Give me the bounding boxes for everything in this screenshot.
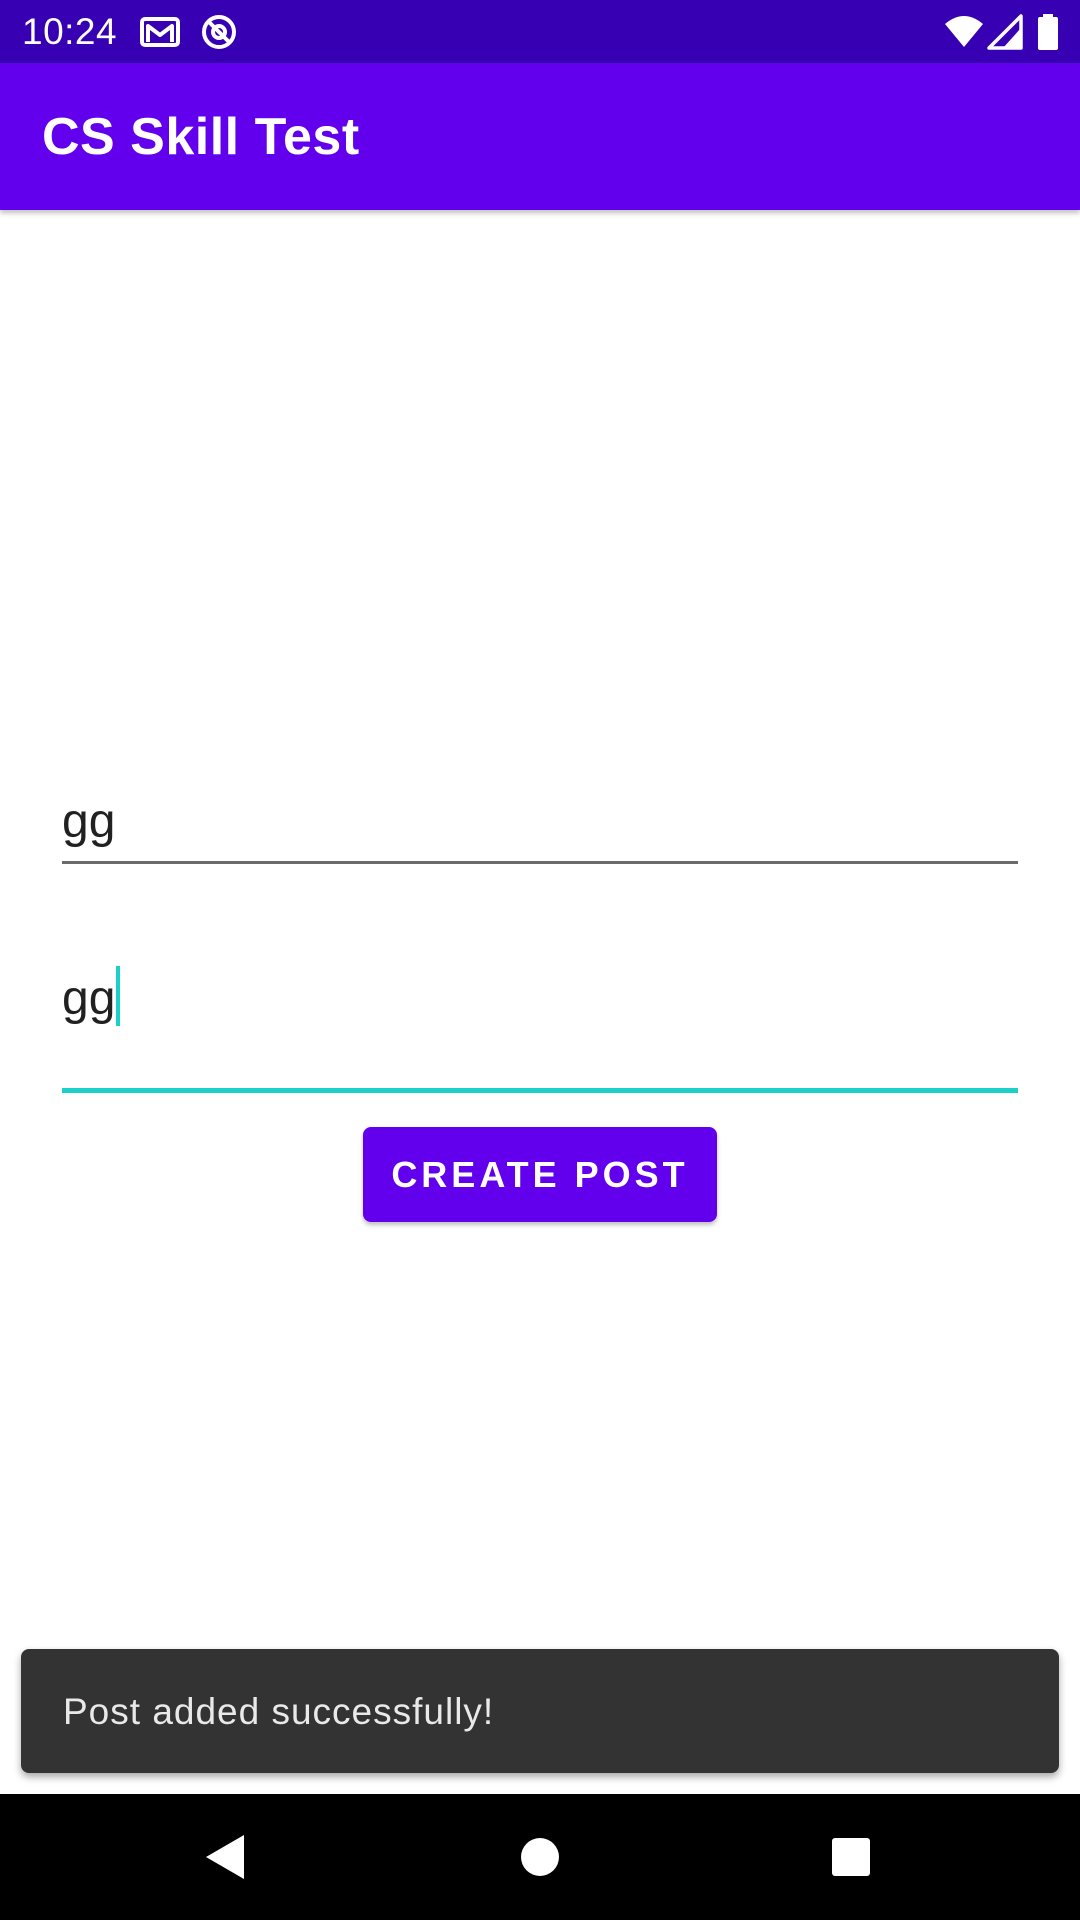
battery-icon — [1036, 14, 1060, 50]
sync-icon — [199, 14, 239, 50]
body-input-underline — [62, 1088, 1018, 1093]
app-bar: CS Skill Test — [0, 63, 1080, 210]
title-input[interactable]: gg — [62, 790, 1018, 865]
body-input[interactable]: gg — [62, 960, 1018, 1095]
signal-icon — [985, 14, 1025, 50]
title-input-underline — [62, 861, 1018, 864]
app-title: CS Skill Test — [42, 108, 360, 166]
body-input-value: gg — [62, 972, 116, 1025]
create-post-button[interactable]: CREATE POST — [363, 1127, 717, 1222]
snackbar-message: Post added successfully! — [63, 1691, 495, 1732]
recents-icon[interactable] — [821, 1827, 881, 1887]
title-input-value: gg — [62, 795, 116, 848]
back-icon[interactable] — [196, 1827, 256, 1887]
snackbar: Post added successfully! — [21, 1649, 1059, 1773]
status-time: 10:24 — [22, 11, 118, 52]
home-icon[interactable] — [510, 1827, 570, 1887]
status-bar: 10:24 — [0, 0, 1080, 63]
wifi-icon — [944, 14, 984, 50]
text-cursor — [116, 966, 121, 1026]
gmail-icon — [140, 14, 180, 50]
navigation-bar — [0, 1794, 1080, 1920]
